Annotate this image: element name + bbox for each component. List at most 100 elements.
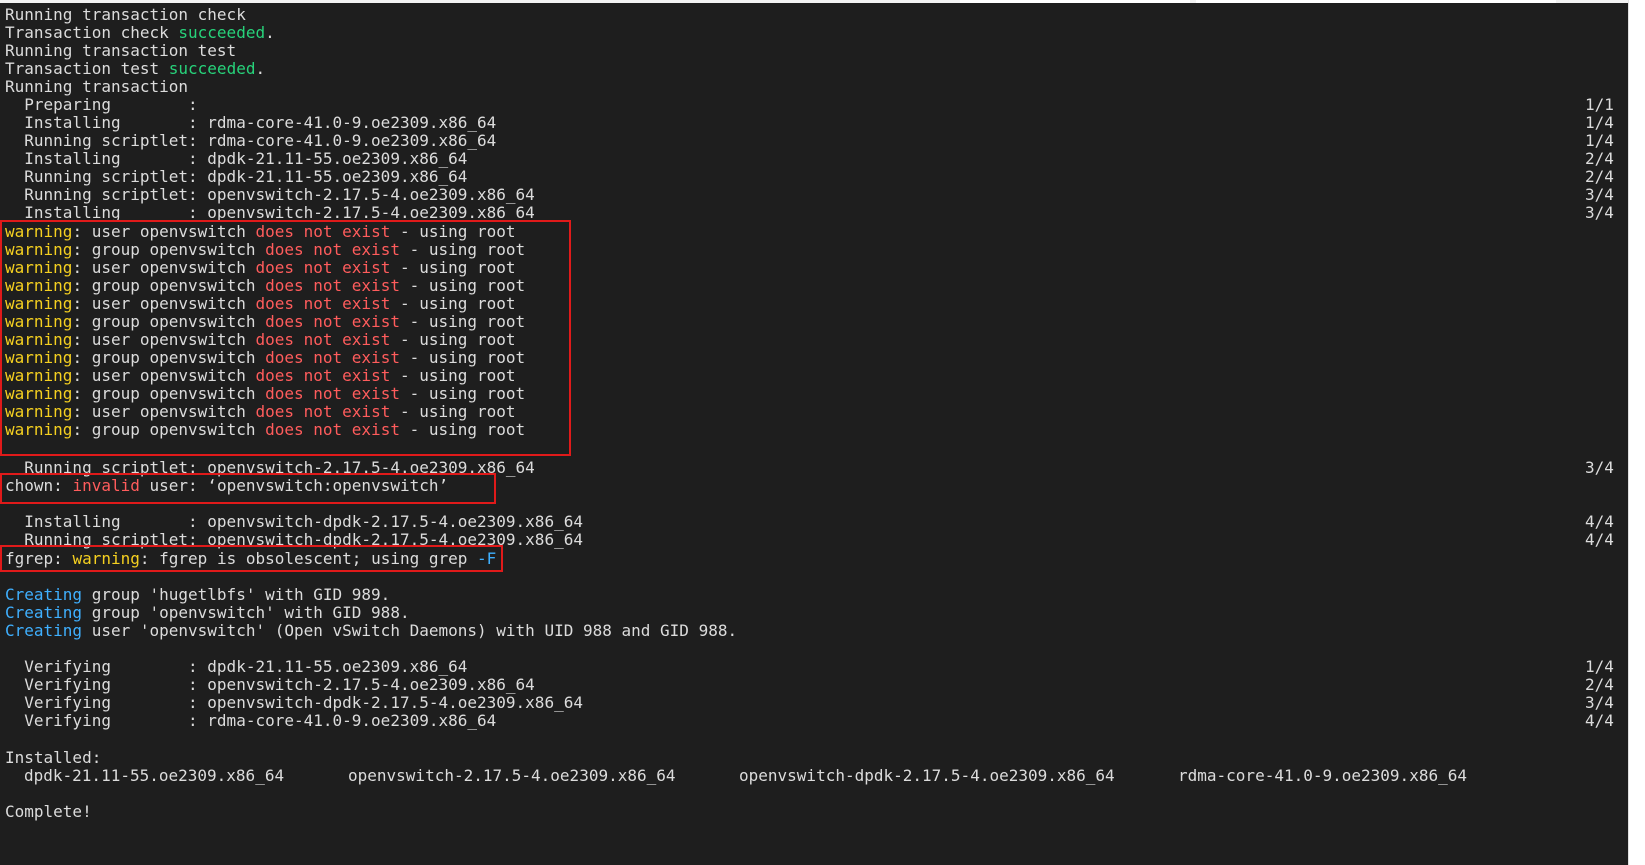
warning-tag: warning (5, 240, 73, 259)
warning-error-text: does not exist (255, 294, 391, 313)
warning-subject: : group openvswitch (72, 276, 266, 295)
step-package: dpdk-21.11-55.oe2309.x86_64 (197, 149, 468, 168)
step-package: openvswitch-dpdk-2.17.5-4.oe2309.x86_64 (197, 530, 583, 549)
installed-package: rdma-core-41.0-9.oe2309.x86_64 (1178, 766, 1467, 785)
step-action: Verifying : (5, 711, 198, 730)
transaction-step-row: Installing : dpdk-21.11-55.oe2309.x86_64 (5, 149, 467, 168)
step-package: rdma-core-41.0-9.oe2309.x86_64 (197, 131, 497, 150)
creating-line: Creating group 'openvswitch' with GID 98… (5, 603, 410, 622)
warning-line: warning: user openvswitch does not exist… (5, 222, 516, 241)
step-count: 4/4 (1585, 530, 1614, 549)
warning-line: warning: user openvswitch does not exist… (5, 366, 516, 385)
transaction-step-row: Running scriptlet: dpdk-21.11-55.oe2309.… (5, 167, 467, 186)
transaction-step-row: Running scriptlet: rdma-core-41.0-9.oe23… (5, 131, 496, 150)
step-action: Running scriptlet: (5, 167, 198, 186)
warning-tail: - using root (399, 240, 526, 259)
warning-line: warning: group openvswitch does not exis… (5, 240, 525, 259)
transaction-step-row: Preparing : (5, 95, 198, 114)
transaction-test-result-line: Transaction test succeeded. (5, 59, 265, 78)
warning-line: warning: user openvswitch does not exist… (5, 294, 516, 313)
warning-subject: : user openvswitch (72, 330, 256, 349)
fgrep-message: : fgrep is obsolescent; using grep (139, 549, 478, 568)
step-count: 1/4 (1585, 657, 1614, 676)
step-action: Running scriptlet: (5, 185, 198, 204)
warning-subject: : group openvswitch (72, 384, 266, 403)
step-count: 1/1 (1585, 95, 1614, 114)
chown-tail: user: ‘openvswitch:openvswitch’ (139, 476, 449, 495)
installed-package: dpdk-21.11-55.oe2309.x86_64 (24, 766, 285, 785)
warning-tail: - using root (399, 420, 526, 439)
installed-package: openvswitch-dpdk-2.17.5-4.oe2309.x86_64 (739, 766, 1115, 785)
warning-line: warning: group openvswitch does not exis… (5, 384, 525, 403)
warning-tail: - using root (390, 402, 516, 421)
step-count: 2/4 (1585, 149, 1614, 168)
warning-error-text: does not exist (265, 348, 400, 367)
step-package: rdma-core-41.0-9.oe2309.x86_64 (197, 113, 497, 132)
warning-tag: warning (5, 312, 73, 331)
transaction-check-result-line: Transaction check succeeded. (5, 23, 275, 42)
warning-tag: warning (5, 294, 73, 313)
transaction-check-line: Running transaction check (5, 5, 246, 24)
warning-subject: : group openvswitch (72, 348, 266, 367)
test-result-suffix: . (255, 59, 266, 78)
warning-line: warning: user openvswitch does not exist… (5, 402, 516, 421)
warning-subject: : group openvswitch (72, 420, 266, 439)
verifying-row: Verifying : dpdk-21.11-55.oe2309.x86_64 (5, 657, 467, 676)
step-action: Verifying : (5, 657, 198, 676)
step-count: 3/4 (1585, 203, 1614, 222)
step-package: openvswitch-dpdk-2.17.5-4.oe2309.x86_64 (197, 693, 583, 712)
warning-line: warning: group openvswitch does not exis… (5, 420, 525, 439)
vertical-scrollbar[interactable] (1628, 0, 1645, 865)
warning-tag: warning (5, 258, 73, 277)
fgrep-warning-tag: warning (72, 549, 140, 568)
terminal-window[interactable]: Running transaction check Transaction ch… (0, 0, 1628, 865)
creating-line: Creating user 'openvswitch' (Open vSwitc… (5, 621, 737, 640)
step-package: openvswitch-2.17.5-4.oe2309.x86_64 (197, 185, 535, 204)
warning-error-text: does not exist (265, 276, 400, 295)
warning-tail: - using root (399, 276, 526, 295)
scriptlet-ovs-line: Running scriptlet: openvswitch-2.17.5-4.… (5, 458, 535, 477)
creating-verb: Creating (5, 585, 83, 604)
fgrep-flag: -F (477, 549, 497, 568)
warning-tag: warning (5, 276, 73, 295)
test-result-prefix: Transaction test (5, 59, 169, 78)
step-package: dpdk-21.11-55.oe2309.x86_64 (197, 657, 468, 676)
warning-subject: : user openvswitch (72, 366, 256, 385)
fgrep-prefix: fgrep: (5, 549, 73, 568)
step-action: Verifying : (5, 693, 198, 712)
step-action: Verifying : (5, 675, 198, 694)
step-action: Installing : (5, 203, 198, 222)
chown-prefix: chown: (5, 476, 73, 495)
transaction-step-row: Installing : openvswitch-dpdk-2.17.5-4.o… (5, 512, 583, 531)
installed-package: openvswitch-2.17.5-4.oe2309.x86_64 (348, 766, 676, 785)
step-package: openvswitch-dpdk-2.17.5-4.oe2309.x86_64 (197, 512, 583, 531)
transaction-step-row: Installing : openvswitch-2.17.5-4.oe2309… (5, 203, 535, 222)
warning-tail: - using root (390, 294, 516, 313)
creating-line: Creating group 'hugetlbfs' with GID 989. (5, 585, 390, 604)
warning-tail: - using root (390, 330, 516, 349)
chown-error-line: chown: invalid user: ‘openvswitch:openvs… (5, 476, 448, 495)
step-count: 1/4 (1585, 113, 1614, 132)
step-action: Preparing : (5, 95, 198, 114)
warning-error-text: does not exist (265, 384, 400, 403)
step-package: rdma-core-41.0-9.oe2309.x86_64 (197, 711, 497, 730)
warning-error-text: does not exist (265, 420, 400, 439)
transaction-step-row: Installing : rdma-core-41.0-9.oe2309.x86… (5, 113, 496, 132)
warning-error-text: does not exist (255, 330, 391, 349)
warning-error-text: does not exist (265, 312, 400, 331)
warning-tag: warning (5, 420, 73, 439)
warning-line: warning: user openvswitch does not exist… (5, 330, 516, 349)
running-transaction-line: Running transaction (5, 77, 189, 96)
step-count: 2/4 (1585, 167, 1614, 186)
step-package: dpdk-21.11-55.oe2309.x86_64 (197, 167, 468, 186)
warning-line: warning: group openvswitch does not exis… (5, 276, 525, 295)
warning-tag: warning (5, 330, 73, 349)
warning-tag: warning (5, 402, 73, 421)
step-action: Running scriptlet: (5, 530, 198, 549)
warning-error-text: does not exist (255, 366, 391, 385)
warning-tag: warning (5, 366, 73, 385)
warning-error-text: does not exist (255, 222, 391, 241)
step-action: Running scriptlet: (5, 458, 198, 477)
step-count: 2/4 (1585, 675, 1614, 694)
check-result-suffix: . (265, 23, 275, 42)
